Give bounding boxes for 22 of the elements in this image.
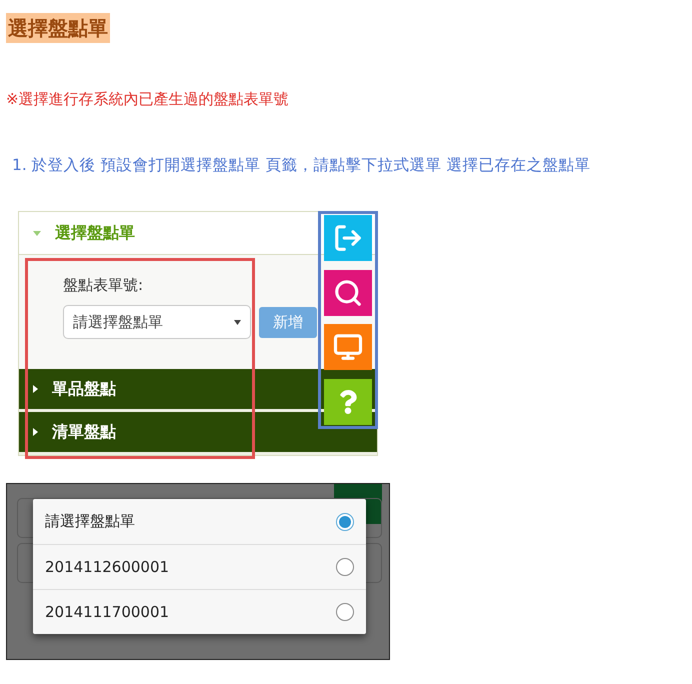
option-row[interactable]: 2014112600001 (33, 544, 366, 589)
option-row[interactable]: 2014111700001 (33, 589, 366, 634)
monitor-button[interactable] (324, 324, 372, 370)
option-row[interactable]: 請選擇盤點單 (33, 499, 366, 544)
radio-button[interactable] (336, 512, 354, 530)
monitor-icon (333, 332, 363, 362)
search-button[interactable] (324, 270, 372, 316)
heading: 選擇盤點單 (6, 13, 110, 43)
note-text: ※選擇進行存系統內已產生過的盤點表單號 (6, 90, 289, 108)
select-dropdown[interactable]: 請選擇盤點單 (63, 305, 251, 339)
caret-right-icon (33, 428, 38, 436)
help-button[interactable] (324, 378, 372, 425)
caret-right-icon (33, 385, 38, 393)
caret-down-icon (234, 320, 241, 324)
exit-icon (333, 223, 363, 253)
radio-button[interactable] (336, 603, 354, 621)
instruction-text: 1. 於登入後 預設會打開選擇盤點單 頁籤，請點擊下拉式選單 選擇已存在之盤點單 (12, 156, 590, 174)
search-icon (333, 278, 363, 308)
exit-button[interactable] (324, 215, 372, 261)
radio-button[interactable] (336, 558, 354, 576)
field-label: 盤點表單號: (63, 275, 144, 295)
caret-down-icon (33, 230, 41, 236)
